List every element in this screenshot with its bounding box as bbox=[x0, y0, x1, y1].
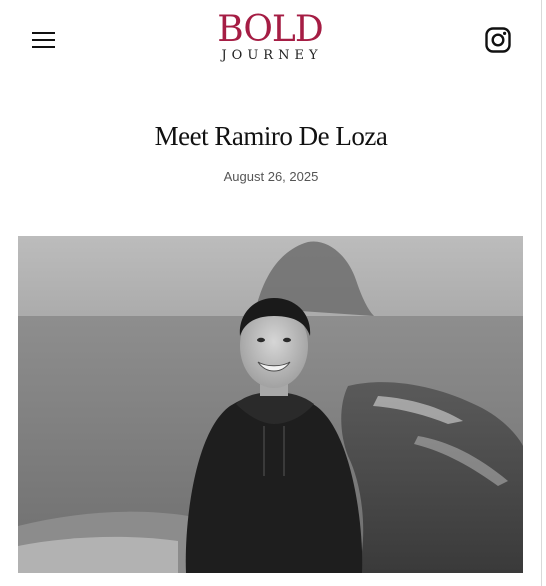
hamburger-menu-icon bbox=[32, 32, 55, 48]
logo-subtitle: JOURNEY bbox=[221, 48, 323, 63]
site-header: BOLD JOURNEY bbox=[0, 0, 542, 80]
menu-button[interactable] bbox=[28, 26, 60, 54]
logo-wordmark: BOLD bbox=[217, 9, 323, 50]
instagram-icon bbox=[485, 27, 511, 53]
article-title: Meet Ramiro De Loza bbox=[154, 121, 388, 151]
site-logo[interactable]: BOLD JOURNEY bbox=[205, 12, 335, 66]
instagram-link[interactable] bbox=[484, 26, 512, 54]
article-date: August 26, 2025 bbox=[223, 169, 319, 184]
portrait-photo-illustration bbox=[18, 236, 523, 573]
hero-photo bbox=[18, 236, 523, 573]
